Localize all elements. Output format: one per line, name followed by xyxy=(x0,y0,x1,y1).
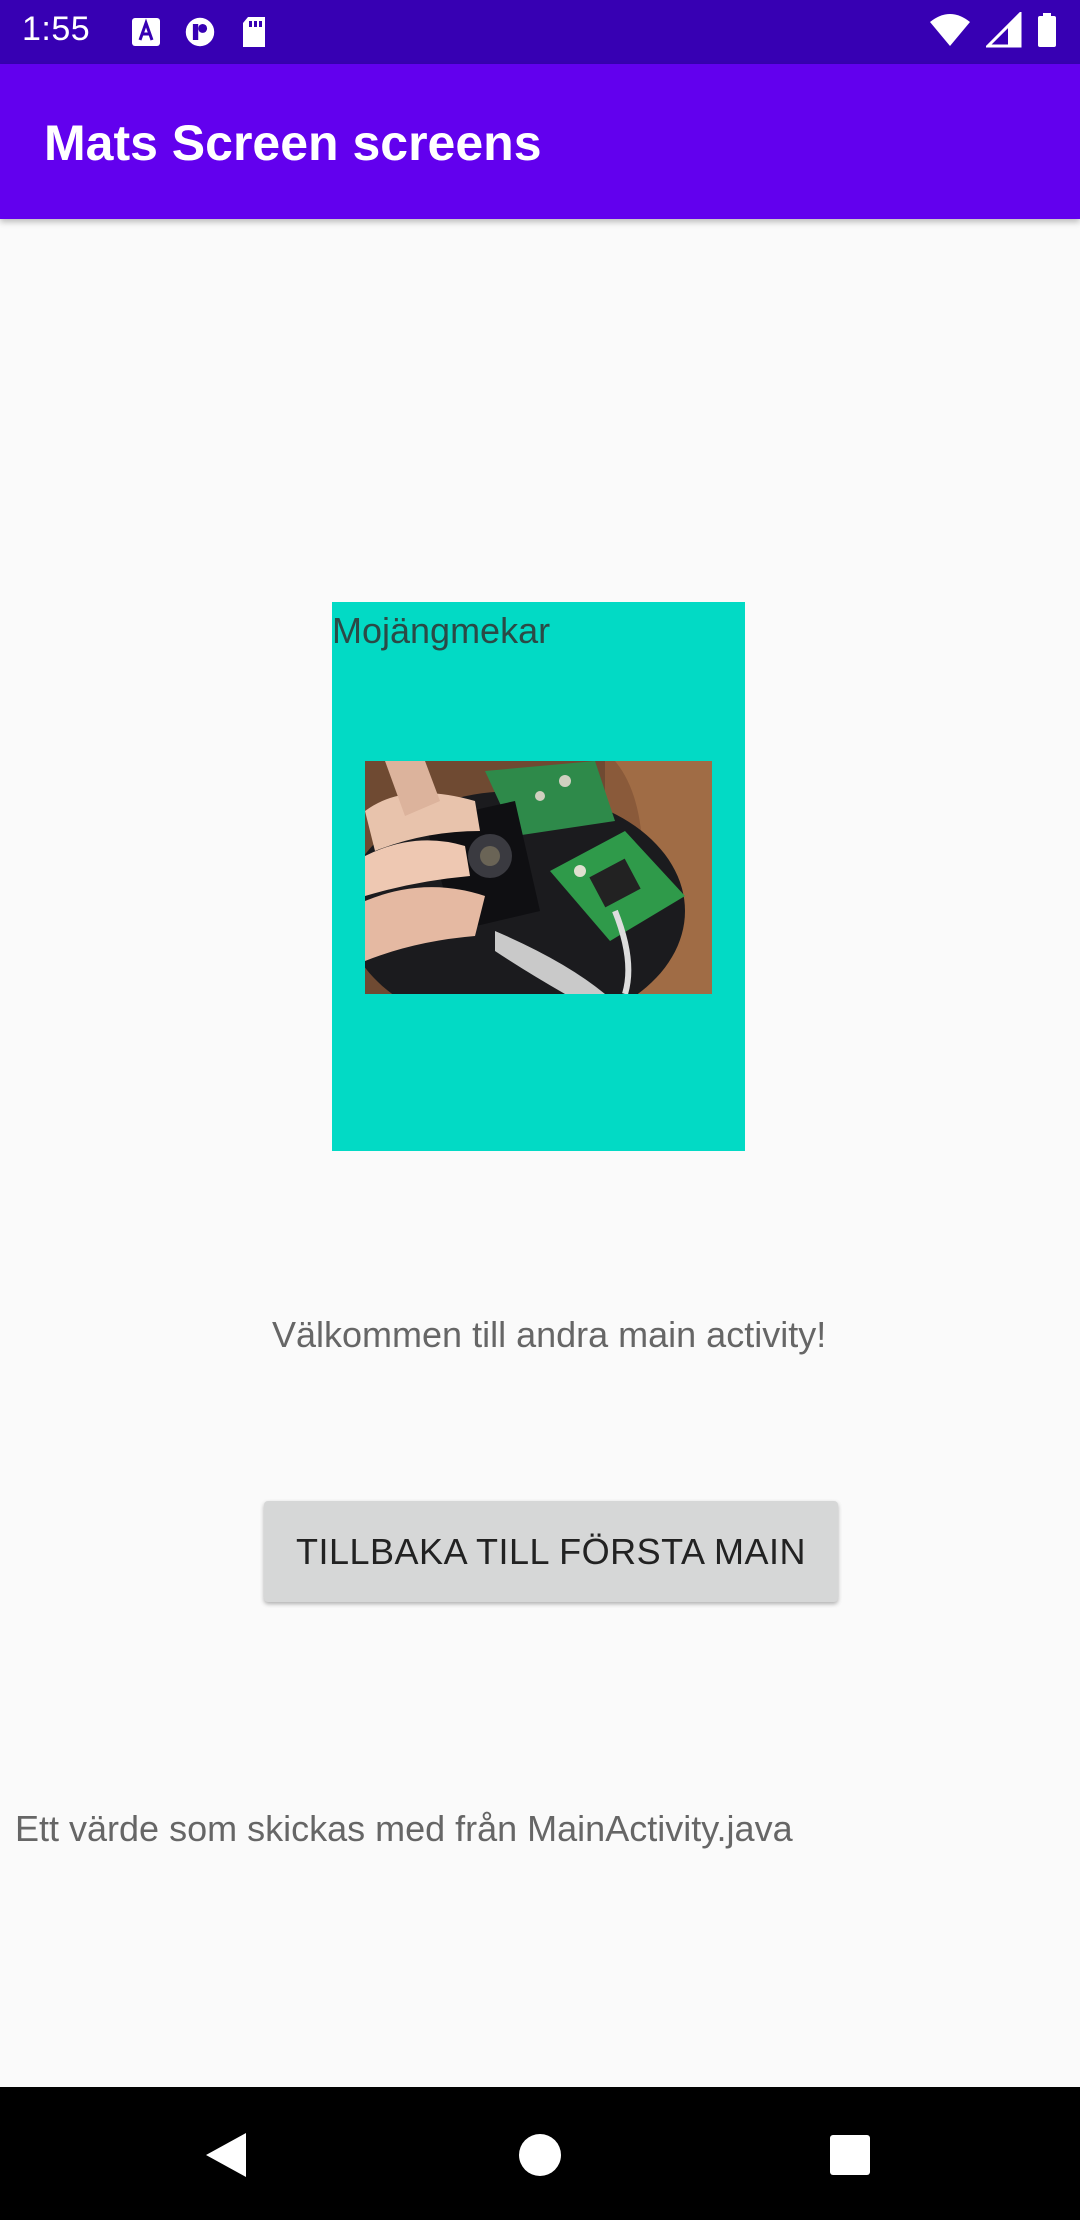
wifi-icon xyxy=(930,14,970,46)
p-circle-icon xyxy=(185,17,215,47)
app-bar: Mats Screen screens xyxy=(0,64,1080,219)
sd-card-icon xyxy=(243,17,265,47)
status-icons-right xyxy=(928,12,1058,48)
signal-icon xyxy=(986,12,1022,48)
home-circle-icon[interactable] xyxy=(510,2125,570,2185)
app-title: Mats Screen screens xyxy=(44,115,542,171)
passed-value-text: Ett värde som skickas med från MainActiv… xyxy=(15,1808,793,1849)
status-icons-left xyxy=(130,14,270,50)
recents-square-icon[interactable] xyxy=(820,2125,880,2185)
image-card: Mojängmekar xyxy=(332,602,745,1151)
back-triangle-icon[interactable] xyxy=(198,2125,258,2185)
status-time: 1:55 xyxy=(22,10,91,48)
welcome-text: Välkommen till andra main activity! xyxy=(272,1314,827,1355)
back-to-first-main-button[interactable]: TILLBAKA TILL FÖRSTA MAIN xyxy=(264,1501,838,1602)
a-box-icon xyxy=(132,18,160,46)
battery-icon xyxy=(1038,13,1056,47)
card-label: Mojängmekar xyxy=(332,610,551,651)
status-bar: 1:55 xyxy=(0,0,1080,64)
circuit-board-photo xyxy=(365,761,712,994)
navigation-bar xyxy=(0,2087,1080,2220)
